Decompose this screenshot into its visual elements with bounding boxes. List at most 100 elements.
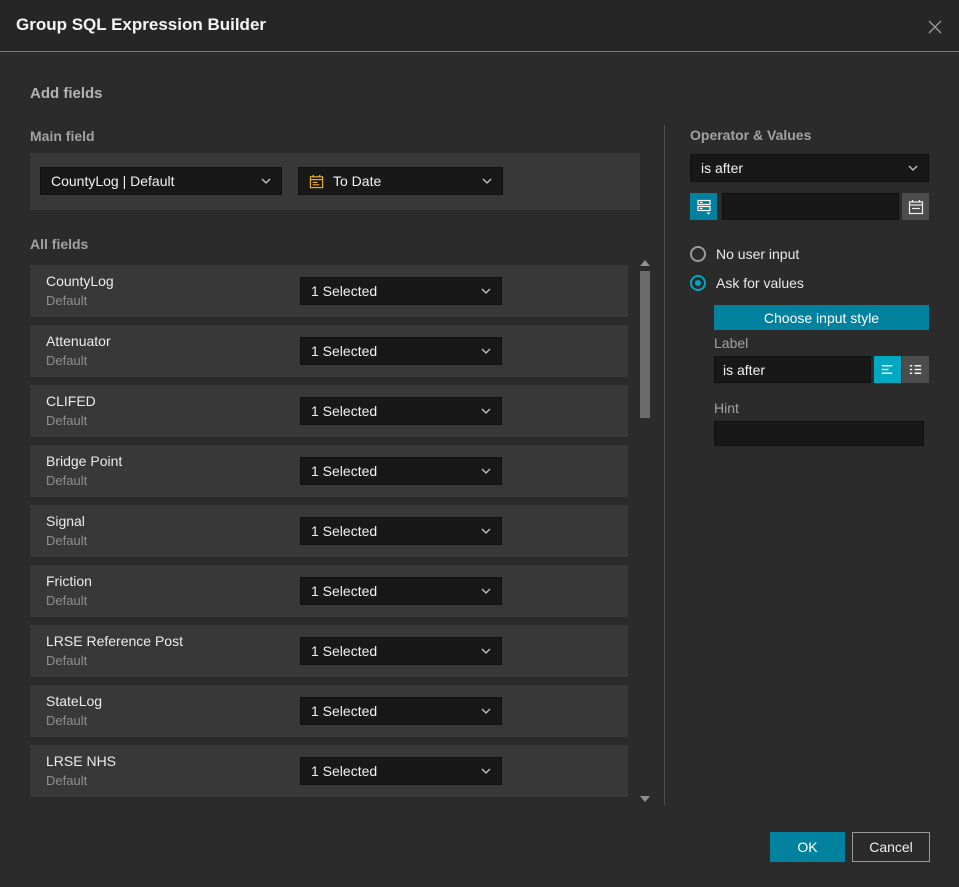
chevron-down-icon: [481, 528, 491, 534]
field-name: LRSE Reference Post: [46, 633, 183, 649]
operator-select-value: is after: [701, 160, 744, 176]
operator-values-heading: Operator & Values: [690, 127, 812, 143]
field-selection-dropdown[interactable]: 1 Selected: [300, 457, 502, 485]
field-type: Default: [46, 593, 88, 608]
scrollbar-thumb[interactable]: [640, 271, 650, 418]
calendar-icon: [908, 199, 923, 214]
radio-ask-for-values-label: Ask for values: [716, 275, 804, 291]
single-value-style-button[interactable]: [874, 356, 901, 383]
field-row: Friction Default 1 Selected: [30, 565, 628, 617]
field-selection-value: 1 Selected: [311, 283, 378, 299]
chevron-down-icon: [481, 648, 491, 654]
field-name: Signal: [46, 513, 85, 529]
field-selection-dropdown[interactable]: 1 Selected: [300, 637, 502, 665]
field-name: CountyLog: [46, 273, 114, 289]
scroll-up-arrow-icon[interactable]: [640, 260, 650, 266]
field-name: Attenuator: [46, 333, 111, 349]
field-selection-value: 1 Selected: [311, 643, 378, 659]
operator-select[interactable]: is after: [690, 154, 929, 182]
dialog-titlebar: Group SQL Expression Builder: [0, 0, 959, 52]
field-row: Signal Default 1 Selected: [30, 505, 628, 557]
label-input[interactable]: [714, 356, 871, 383]
field-selection-dropdown[interactable]: 1 Selected: [300, 337, 502, 365]
main-field-select[interactable]: CountyLog | Default: [40, 167, 282, 195]
field-type: Default: [46, 473, 88, 488]
calendar-icon: [309, 174, 324, 189]
chevron-down-icon: [261, 178, 271, 184]
field-name: StateLog: [46, 693, 103, 709]
main-field-date-value: To Date: [333, 173, 382, 189]
chevron-down-icon: [481, 588, 491, 594]
field-row: Attenuator Default 1 Selected: [30, 325, 628, 377]
field-type: Default: [46, 293, 88, 308]
field-selection-dropdown[interactable]: 1 Selected: [300, 577, 502, 605]
field-selection-value: 1 Selected: [311, 343, 378, 359]
field-type: Default: [46, 653, 88, 668]
close-icon[interactable]: [924, 16, 946, 38]
add-fields-heading: Add fields: [30, 85, 103, 102]
panel-divider: [664, 125, 665, 805]
field-row: CLIFED Default 1 Selected: [30, 385, 628, 437]
field-selection-value: 1 Selected: [311, 403, 378, 419]
dialog-title: Group SQL Expression Builder: [16, 15, 267, 34]
field-type: Default: [46, 533, 88, 548]
field-row: LRSE Reference Post Default 1 Selected: [30, 625, 628, 677]
stacked-list-icon: [696, 199, 711, 215]
field-selection-value: 1 Selected: [311, 523, 378, 539]
field-row: LRSE NHS Default 1 Selected: [30, 745, 628, 797]
radio-no-user-input[interactable]: No user input: [690, 246, 799, 262]
field-row: CountyLog Default 1 Selected: [30, 265, 628, 317]
cancel-button[interactable]: Cancel: [852, 832, 930, 862]
label-input-row: [714, 356, 929, 383]
field-name: Bridge Point: [46, 453, 123, 469]
field-row: StateLog Default 1 Selected: [30, 685, 628, 737]
field-type: Default: [46, 353, 88, 368]
chevron-down-icon: [481, 768, 491, 774]
scroll-down-arrow-icon[interactable]: [640, 796, 650, 802]
list-scrollbar[interactable]: [637, 258, 652, 804]
field-type: Default: [46, 713, 88, 728]
field-selection-dropdown[interactable]: 1 Selected: [300, 697, 502, 725]
all-fields-label: All fields: [30, 236, 89, 252]
field-type: Default: [46, 413, 88, 428]
radio-no-user-input-label: No user input: [716, 246, 800, 262]
field-row: Bridge Point Default 1 Selected: [30, 445, 628, 497]
radio-unselected-icon: [690, 246, 706, 262]
label-caption: Label: [714, 335, 749, 351]
value-input[interactable]: [722, 193, 899, 220]
field-name: CLIFED: [46, 393, 96, 409]
hint-caption: Hint: [714, 400, 739, 416]
field-selection-value: 1 Selected: [311, 463, 378, 479]
field-selection-value: 1 Selected: [311, 763, 378, 779]
choose-input-style-button[interactable]: Choose input style: [714, 305, 929, 330]
date-picker-button[interactable]: [902, 193, 929, 220]
chevron-down-icon: [908, 165, 918, 171]
ok-button[interactable]: OK: [770, 832, 845, 862]
main-field-select-value: CountyLog | Default: [51, 173, 175, 189]
chevron-down-icon: [481, 348, 491, 354]
field-selection-dropdown[interactable]: 1 Selected: [300, 757, 502, 785]
field-selection-dropdown[interactable]: 1 Selected: [300, 397, 502, 425]
main-field-panel: CountyLog | Default To Date: [30, 153, 640, 210]
field-selection-dropdown[interactable]: 1 Selected: [300, 277, 502, 305]
radio-selected-icon: [690, 275, 706, 291]
field-selection-value: 1 Selected: [311, 583, 378, 599]
chevron-down-icon: [481, 288, 491, 294]
bullet-list-icon: [909, 365, 922, 374]
hint-input[interactable]: [714, 421, 924, 446]
list-style-button[interactable]: [902, 356, 929, 383]
chevron-down-icon: [481, 708, 491, 714]
chevron-down-icon: [482, 178, 492, 184]
value-input-row: [690, 193, 929, 220]
field-selection-dropdown[interactable]: 1 Selected: [300, 517, 502, 545]
field-type: Default: [46, 773, 88, 788]
main-field-date-select[interactable]: To Date: [298, 167, 503, 195]
value-list-toggle-button[interactable]: [690, 193, 717, 220]
radio-ask-for-values[interactable]: Ask for values: [690, 275, 804, 291]
chevron-down-icon: [481, 408, 491, 414]
field-name: LRSE NHS: [46, 753, 117, 769]
align-left-icon: [881, 365, 893, 374]
main-field-label: Main field: [30, 128, 95, 144]
field-selection-value: 1 Selected: [311, 703, 378, 719]
chevron-down-icon: [481, 468, 491, 474]
